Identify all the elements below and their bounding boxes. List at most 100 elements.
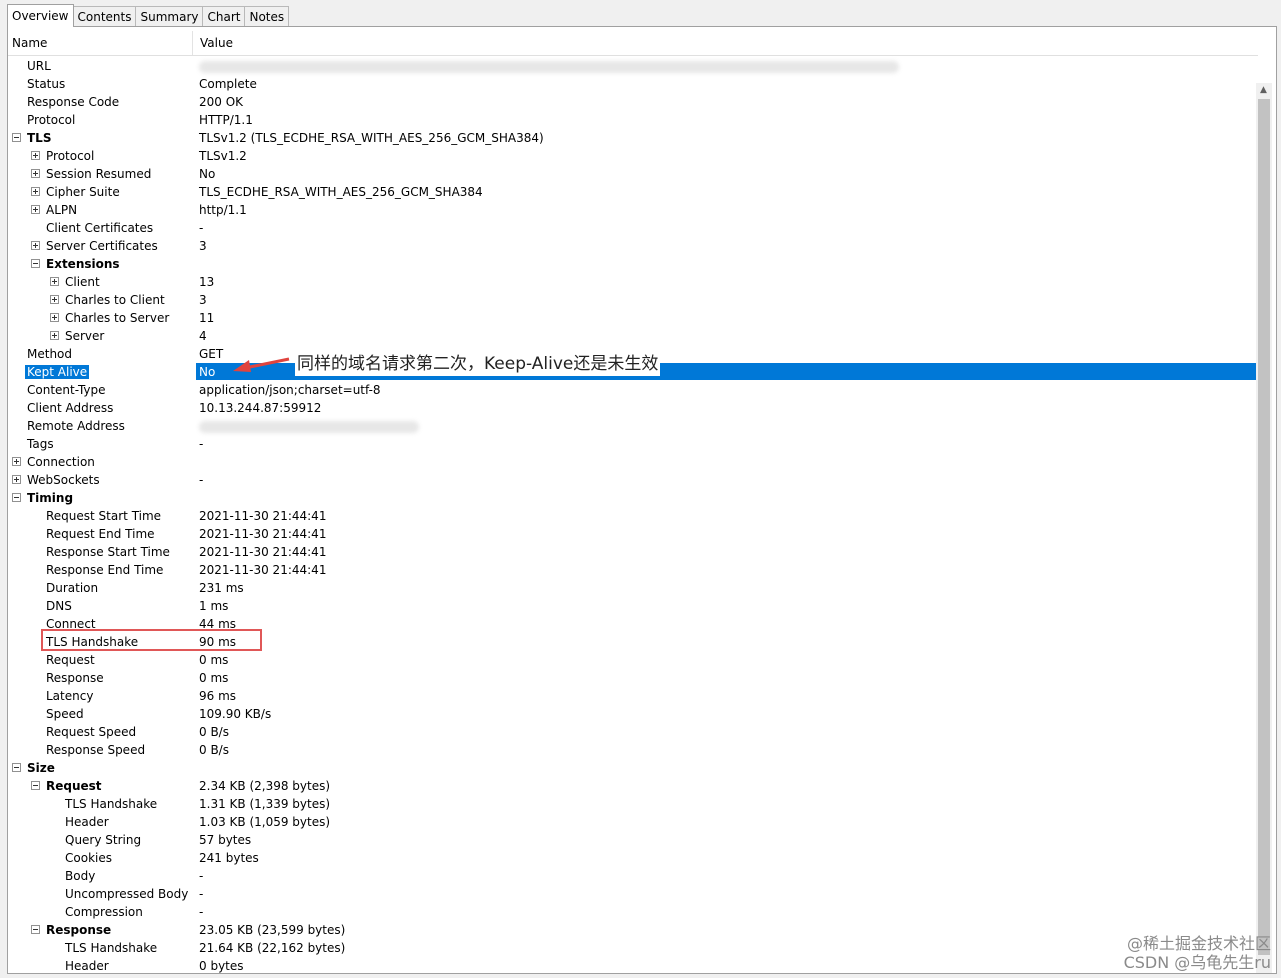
tree-row[interactable]: Request 0 ms — [8, 651, 1258, 669]
tree-row[interactable]: Latency 96 ms — [8, 687, 1258, 705]
tree-row[interactable]: Response Start Time 2021-11-30 21:44:41 — [8, 543, 1258, 561]
expand-icon[interactable] — [31, 151, 40, 160]
tab-chart[interactable]: Chart — [202, 6, 246, 27]
row-name-label: Latency — [46, 689, 94, 703]
scroll-thumb[interactable] — [1258, 99, 1270, 955]
tree-row[interactable]: Header 1.03 KB (1,059 bytes) — [8, 813, 1258, 831]
tree-row[interactable]: Request 2.34 KB (2,398 bytes) — [8, 777, 1258, 795]
expand-icon[interactable] — [31, 169, 40, 178]
tree-row[interactable]: Duration 231 ms — [8, 579, 1258, 597]
tree-row[interactable]: Session Resumed No — [8, 165, 1258, 183]
tree-row[interactable]: Response Code 200 OK — [8, 93, 1258, 111]
row-name-label: Response — [46, 923, 112, 937]
collapse-icon[interactable] — [12, 493, 21, 502]
row-value: 1.03 KB (1,059 bytes) — [199, 815, 331, 829]
row-name: TLS — [27, 129, 51, 147]
row-value: HTTP/1.1 — [199, 113, 253, 127]
collapse-icon[interactable] — [12, 133, 21, 142]
expand-icon[interactable] — [50, 295, 59, 304]
row-name-label: Request End Time — [46, 527, 155, 541]
expand-icon[interactable] — [31, 187, 40, 196]
tree-row[interactable]: Charles to Server 11 — [8, 309, 1258, 327]
tree-row[interactable]: Client 13 — [8, 273, 1258, 291]
tree-row[interactable]: Header 0 bytes — [8, 957, 1258, 973]
expand-icon[interactable] — [12, 457, 21, 466]
tree-row[interactable]: Speed 109.90 KB/s — [8, 705, 1258, 723]
expand-icon[interactable] — [12, 475, 21, 484]
tree-row[interactable]: Request End Time 2021-11-30 21:44:41 — [8, 525, 1258, 543]
tree-row[interactable]: Cookies 241 bytes — [8, 849, 1258, 867]
value-column-header[interactable]: Value — [200, 31, 233, 55]
tree-row[interactable]: Client Address 10.13.244.87:59912 — [8, 399, 1258, 417]
tree-row[interactable]: Extensions — [8, 255, 1258, 273]
row-name-label: Cookies — [65, 851, 112, 865]
tab-bar: Overview Contents Summary Chart Notes — [7, 4, 290, 27]
tree-row[interactable]: Timing — [8, 489, 1258, 507]
tree-row[interactable]: Connection — [8, 453, 1258, 471]
tree-row[interactable]: DNS 1 ms — [8, 597, 1258, 615]
row-name-label: Uncompressed Body — [65, 887, 189, 901]
expand-icon[interactable] — [31, 205, 40, 214]
tree-row[interactable]: Response 0 ms — [8, 669, 1258, 687]
row-name-label: Protocol — [27, 113, 76, 127]
tree-row[interactable]: ALPN http/1.1 — [8, 201, 1258, 219]
tree-row[interactable]: Uncompressed Body - — [8, 885, 1258, 903]
collapse-icon[interactable] — [31, 259, 40, 268]
tree-row[interactable]: Response 23.05 KB (23,599 bytes) — [8, 921, 1258, 939]
row-value: - — [199, 905, 204, 919]
row-name: Speed — [46, 705, 84, 723]
collapse-icon[interactable] — [31, 781, 40, 790]
row-name-label: Response Code — [27, 95, 120, 109]
tree-row[interactable]: Protocol TLSv1.2 — [8, 147, 1258, 165]
collapse-icon[interactable] — [31, 925, 40, 934]
tree-row[interactable]: WebSockets - — [8, 471, 1258, 489]
row-name-label: TLS — [27, 131, 52, 145]
name-column-header[interactable]: Name — [12, 31, 193, 55]
tree-row[interactable]: Remote Address — [8, 417, 1258, 435]
row-name: Server — [65, 327, 104, 345]
tab-overview[interactable]: Overview — [7, 4, 74, 27]
row-name-label: Connection — [27, 455, 95, 469]
tree-row[interactable]: Charles to Client 3 — [8, 291, 1258, 309]
tree-row[interactable]: Tags - — [8, 435, 1258, 453]
tree-row[interactable]: TLS TLSv1.2 (TLS_ECDHE_RSA_WITH_AES_256_G… — [8, 129, 1258, 147]
tree-row[interactable]: TLS Handshake 21.64 KB (22,162 bytes) — [8, 939, 1258, 957]
expand-icon[interactable] — [50, 277, 59, 286]
tree-row[interactable]: Content-Type application/json;charset=utf… — [8, 381, 1258, 399]
vertical-scrollbar[interactable]: ▲ — [1256, 83, 1272, 973]
tab-notes[interactable]: Notes — [244, 6, 290, 27]
watermark-line2: CSDN @乌龟先生ru — [1123, 953, 1271, 972]
row-name-label: Charles to Server — [65, 311, 170, 325]
expand-icon[interactable] — [50, 313, 59, 322]
tree-row[interactable]: Client Certificates - — [8, 219, 1258, 237]
expand-icon[interactable] — [50, 331, 59, 340]
row-name: Query String — [65, 831, 141, 849]
expand-icon[interactable] — [31, 241, 40, 250]
tree-row[interactable]: Response End Time 2021-11-30 21:44:41 — [8, 561, 1258, 579]
row-value: TLSv1.2 — [199, 149, 247, 163]
row-name: Client Address — [27, 399, 113, 417]
annotation-text-c: 还是未生效 — [573, 354, 659, 374]
row-name: Extensions — [46, 255, 120, 273]
row-name: Request End Time — [46, 525, 155, 543]
tree-row[interactable]: Size — [8, 759, 1258, 777]
row-name-label: ALPN — [46, 203, 78, 217]
tree-row[interactable]: Protocol HTTP/1.1 — [8, 111, 1258, 129]
tree-row[interactable]: Cipher Suite TLS_ECDHE_RSA_WITH_AES_256_G… — [8, 183, 1258, 201]
tab-summary[interactable]: Summary — [135, 6, 204, 27]
tree-row[interactable]: Query String 57 bytes — [8, 831, 1258, 849]
tree-row[interactable]: Request Start Time 2021-11-30 21:44:41 — [8, 507, 1258, 525]
tree-row[interactable]: Response Speed 0 B/s — [8, 741, 1258, 759]
tree-row[interactable]: Status Complete — [8, 75, 1258, 93]
scroll-up-icon[interactable]: ▲ — [1260, 85, 1267, 95]
collapse-icon[interactable] — [12, 763, 21, 772]
tree-row[interactable]: Body - — [8, 867, 1258, 885]
tree-row[interactable]: Compression - — [8, 903, 1258, 921]
tab-contents[interactable]: Contents — [72, 6, 137, 27]
row-name: Response — [46, 669, 104, 687]
tree-row[interactable]: TLS Handshake 1.31 KB (1,339 bytes) — [8, 795, 1258, 813]
tree-row[interactable]: Server Certificates 3 — [8, 237, 1258, 255]
tree-row[interactable]: Request Speed 0 B/s — [8, 723, 1258, 741]
tree-row[interactable]: URL — [8, 57, 1258, 75]
tree-row[interactable]: Server 4 — [8, 327, 1258, 345]
